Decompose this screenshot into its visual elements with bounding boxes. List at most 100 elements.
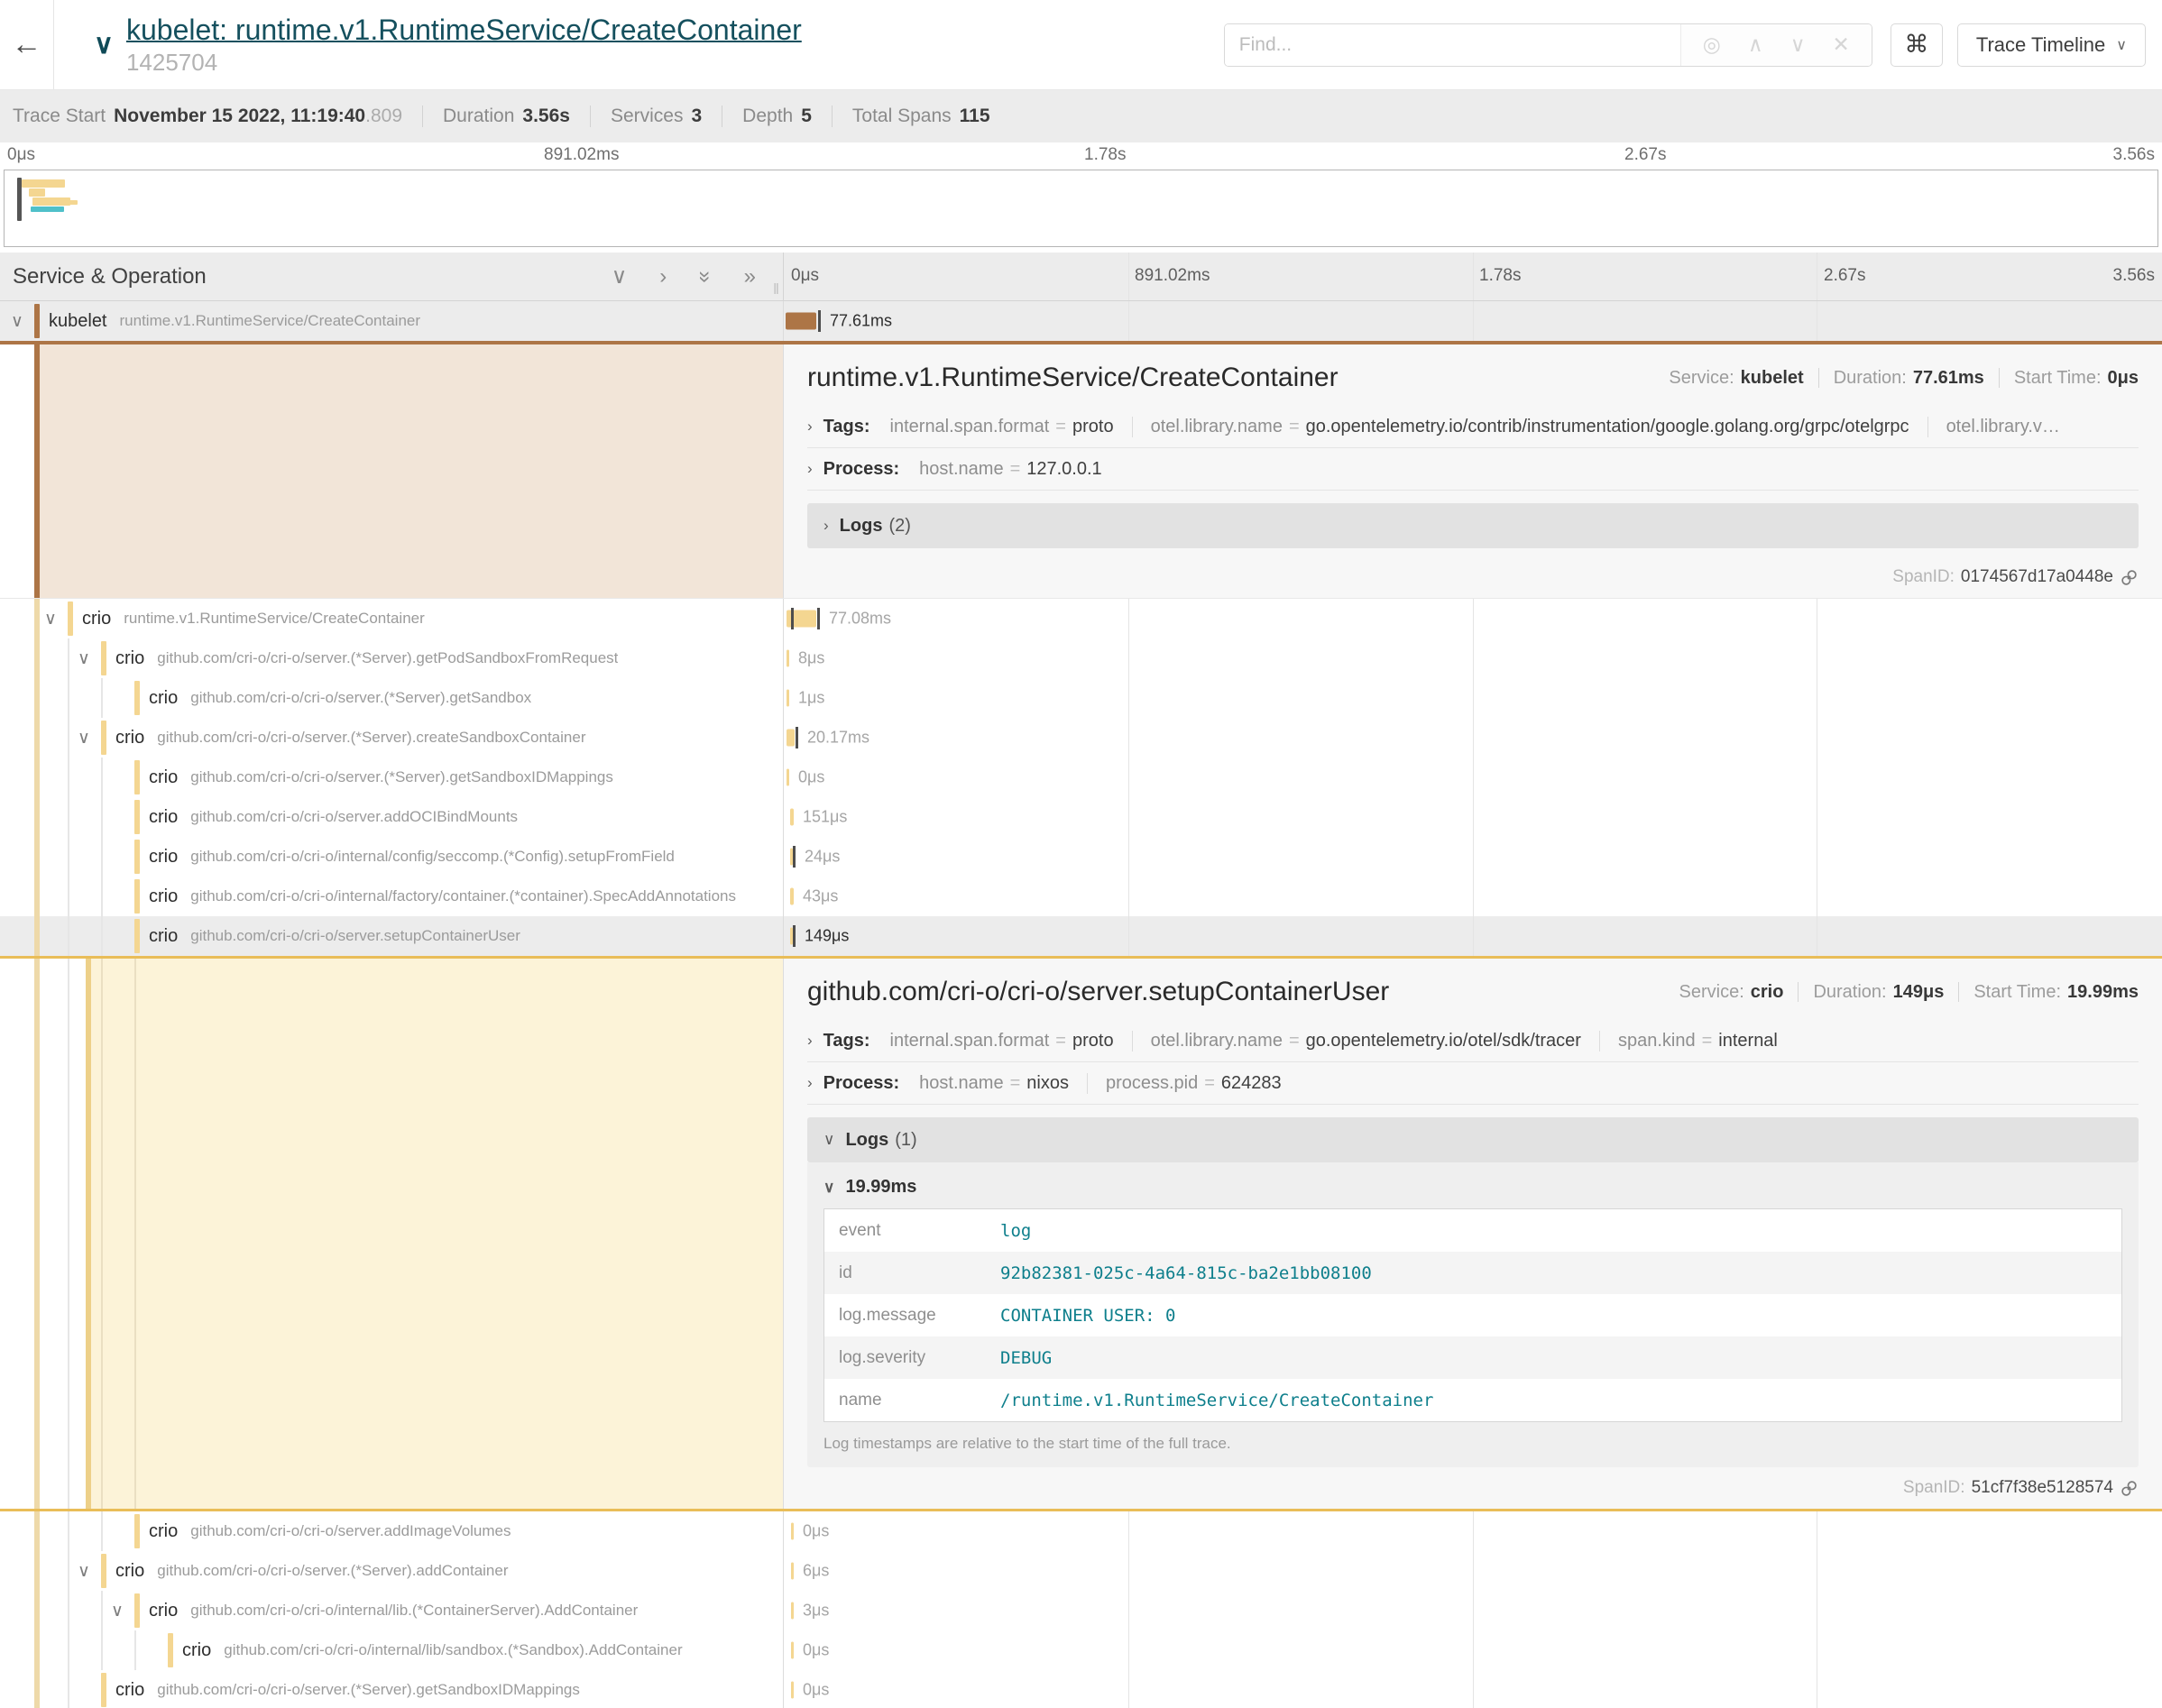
span-timeline-cell[interactable]: 0μs: [783, 758, 2162, 797]
span-service: crio: [115, 648, 144, 669]
minimap-tick: 0μs: [7, 145, 35, 165]
span-timeline-cell[interactable]: 149μs: [783, 916, 2162, 956]
expand-all-icon[interactable]: »: [744, 266, 756, 288]
timeline-tick: 1.78s: [1479, 266, 1521, 286]
span-timeline-cell[interactable]: 3μs: [783, 1591, 2162, 1630]
chevron-down-icon[interactable]: ∨: [5, 311, 29, 332]
detail-start-time-value: 19.99ms: [2067, 982, 2139, 1003]
span-row-addocibindmounts[interactable]: ∨ crio github.com/cri-o/cri-o/server.add…: [0, 797, 2162, 837]
view-select[interactable]: Trace Timeline ∨: [1957, 23, 2146, 67]
prev-match-icon[interactable]: ∧: [1748, 32, 1763, 57]
summary-trace-start: Trace Start November 15 2022, 11:19:40 .…: [13, 106, 402, 127]
span-timeline-cell[interactable]: 0μs: [783, 1670, 2162, 1708]
minimap-canvas[interactable]: [4, 170, 2158, 247]
span-timeline-cell[interactable]: 24μs: [783, 837, 2162, 877]
span-detail-left-tint: [0, 959, 783, 1509]
chevron-down-icon[interactable]: ∨: [106, 1601, 129, 1621]
span-row-createsandboxcontainer[interactable]: ∨ crio github.com/cri-o/cri-o/server.(*S…: [0, 718, 2162, 758]
span-timeline-cell[interactable]: 43μs: [783, 877, 2162, 916]
chevron-down-icon[interactable]: ∨: [39, 609, 62, 629]
back-button[interactable]: ←: [0, 0, 54, 89]
span-row-setupcontaineruser[interactable]: ∨ crio github.com/cri-o/cri-o/server.set…: [0, 916, 2162, 956]
span-duration-bar[interactable]: [791, 1523, 794, 1540]
logs-section[interactable]: › Logs (2): [807, 503, 2139, 548]
logs-section[interactable]: ∨ Logs (1): [807, 1117, 2139, 1162]
span-color-bar: [134, 879, 140, 914]
span-color-bar: [134, 800, 140, 834]
trace-minimap: 0μs 891.02ms 1.78s 2.67s 3.56s: [0, 142, 2162, 253]
span-row-addimagevolumes[interactable]: ∨ crio github.com/cri-o/cri-o/server.add…: [0, 1511, 2162, 1551]
spanid-value: 51cf7f38e5128574: [1972, 1478, 2113, 1498]
keyboard-shortcuts-button[interactable]: ⌘: [1891, 23, 1943, 67]
span-row-kubelet-createcontainer[interactable]: ∨ kubelet runtime.v1.RuntimeService/Crea…: [0, 301, 2162, 341]
chevron-down-icon: ∨: [2116, 36, 2127, 54]
span-row-crio-createcontainer[interactable]: ∨ crio runtime.v1.RuntimeService/CreateC…: [0, 599, 2162, 638]
span-duration-bar[interactable]: [790, 888, 794, 905]
span-duration-bar[interactable]: [791, 1563, 794, 1580]
clear-search-icon[interactable]: ✕: [1833, 32, 1850, 57]
collapse-all-icon[interactable]: »: [695, 271, 716, 282]
span-detail-title: runtime.v1.RuntimeService/CreateContaine…: [807, 363, 1339, 393]
process-section[interactable]: › Process: host.name=nixos process.pid=6…: [807, 1062, 2139, 1105]
next-match-icon[interactable]: ∨: [1790, 32, 1806, 57]
span-row-getsandbox[interactable]: ∨ crio github.com/cri-o/cri-o/server.(*S…: [0, 678, 2162, 718]
process-section[interactable]: › Process: host.name=127.0.0.1: [807, 448, 2139, 491]
span-timeline-cell[interactable]: 1μs: [783, 678, 2162, 718]
copy-link-icon[interactable]: [2120, 1479, 2139, 1498]
back-arrow-icon[interactable]: ←: [12, 27, 42, 62]
span-operation: github.com/cri-o/cri-o/internal/factory/…: [190, 887, 736, 905]
span-row-getsandboxidmappings-2[interactable]: ∨ crio github.com/cri-o/cri-o/server.(*S…: [0, 1670, 2162, 1708]
chevron-down-icon[interactable]: ∨: [72, 648, 96, 669]
match-highlight-icon[interactable]: ◎: [1703, 32, 1721, 57]
span-timeline-cell[interactable]: 77.08ms: [783, 599, 2162, 638]
span-detail-panel-kubelet: runtime.v1.RuntimeService/CreateContaine…: [0, 341, 2162, 599]
span-timeline-cell[interactable]: 8μs: [783, 638, 2162, 678]
minimap-span: [32, 197, 70, 206]
span-duration-bar[interactable]: [786, 313, 816, 330]
span-duration-bar[interactable]: [787, 730, 795, 747]
span-duration-label: 77.08ms: [829, 610, 891, 629]
span-row-specaddannotations[interactable]: ∨ crio github.com/cri-o/cri-o/internal/f…: [0, 877, 2162, 916]
column-resize-handle[interactable]: ‖: [773, 280, 779, 298]
span-timeline-cell[interactable]: 20.17ms: [783, 718, 2162, 758]
span-row-getpodsandboxfromrequest[interactable]: ∨ crio github.com/cri-o/cri-o/server.(*S…: [0, 638, 2162, 678]
span-duration-bar[interactable]: [790, 809, 794, 826]
span-row-seccomp-setupfromfield[interactable]: ∨ crio github.com/cri-o/cri-o/internal/c…: [0, 837, 2162, 877]
trace-title-link[interactable]: kubelet: runtime.v1.RuntimeService/Creat…: [126, 14, 802, 47]
span-row-lib-addcontainer[interactable]: ∨ crio github.com/cri-o/cri-o/internal/l…: [0, 1591, 2162, 1630]
log-entry-toggle[interactable]: ∨ 19.99ms: [823, 1177, 2122, 1198]
expand-one-icon[interactable]: ›: [659, 266, 667, 288]
span-duration-bar[interactable]: [791, 1602, 794, 1620]
tags-section[interactable]: › Tags: internal.span.format=proto otel.…: [807, 1020, 2139, 1062]
collapse-one-icon[interactable]: ∨: [612, 266, 628, 288]
tags-section[interactable]: › Tags: internal.span.format=proto otel.…: [807, 406, 2139, 448]
minimap-span: [29, 188, 45, 197]
span-duration-bar[interactable]: [791, 1682, 794, 1699]
span-timeline-cell[interactable]: 6μs: [783, 1551, 2162, 1591]
span-timeline-cell[interactable]: 0μs: [783, 1511, 2162, 1551]
span-timeline-cell[interactable]: 77.61ms: [783, 301, 2162, 341]
span-service: crio: [115, 1561, 144, 1582]
find-input[interactable]: [1225, 24, 1680, 66]
chevron-right-icon: ›: [807, 1074, 813, 1092]
span-duration-label: 8μs: [798, 649, 824, 668]
collapse-header-icon[interactable]: ∨: [94, 29, 114, 60]
span-duration-bar[interactable]: [787, 690, 789, 707]
grid-header: Service & Operation ∨ › » » ‖ 0μs 891.02…: [0, 253, 2162, 301]
span-row-sandbox-addcontainer[interactable]: ∨ crio github.com/cri-o/cri-o/internal/l…: [0, 1630, 2162, 1670]
span-row-addcontainer[interactable]: ∨ crio github.com/cri-o/cri-o/server.(*S…: [0, 1551, 2162, 1591]
copy-link-icon[interactable]: [2120, 568, 2139, 587]
span-duration-label: 43μs: [803, 887, 838, 906]
span-row-getsandboxidmappings[interactable]: ∨ crio github.com/cri-o/cri-o/server.(*S…: [0, 758, 2162, 797]
span-timeline-cell[interactable]: 0μs: [783, 1630, 2162, 1670]
chevron-down-icon[interactable]: ∨: [72, 728, 96, 748]
span-duration-bar[interactable]: [787, 769, 789, 786]
span-service: crio: [149, 1521, 178, 1542]
chevron-down-icon[interactable]: ∨: [72, 1561, 96, 1582]
span-timeline-cell[interactable]: 151μs: [783, 797, 2162, 837]
span-service: crio: [149, 847, 178, 868]
span-duration-bar[interactable]: [787, 650, 789, 667]
summary-services: Services 3: [611, 106, 702, 127]
minimap-span: [22, 179, 65, 188]
span-duration-bar[interactable]: [791, 1642, 794, 1659]
